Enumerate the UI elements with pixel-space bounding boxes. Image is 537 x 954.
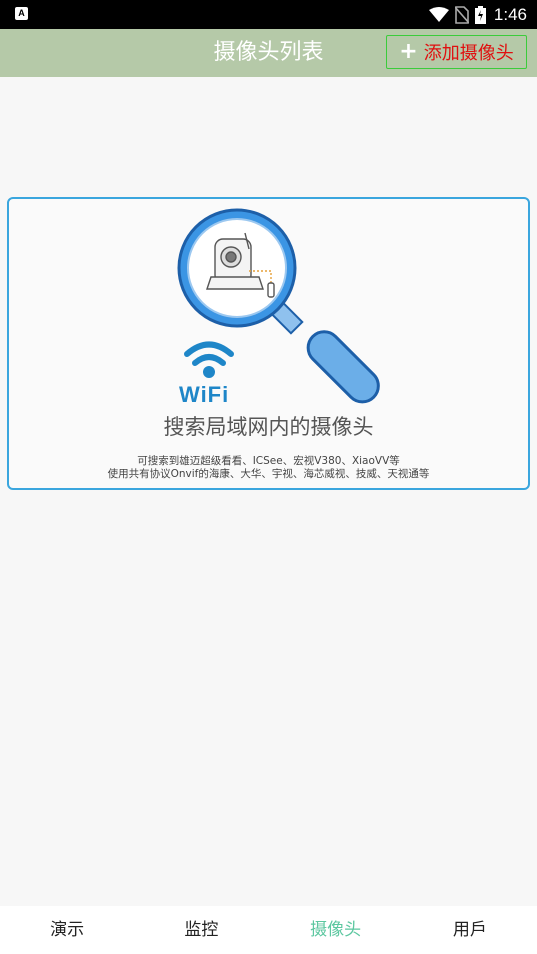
search-lan-camera-card[interactable]: WiFi 搜索局域网内的摄像头 可搜索到雄迈超级看看、ICSee、宏视V380、… [7, 197, 530, 490]
status-icons: 1:46 [428, 0, 527, 29]
tab-monitor[interactable]: 监控 [134, 906, 268, 954]
add-camera-button[interactable]: + 添加摄像头 [386, 35, 527, 69]
add-camera-label: 添加摄像头 [423, 43, 514, 64]
wifi-label: WiFi [179, 382, 230, 407]
tab-camera[interactable]: 摄像头 [269, 906, 403, 954]
wifi-signal-icon [428, 6, 449, 22]
card-title: 搜索局域网内的摄像头 [163, 415, 374, 439]
magnifier-camera-illustration [177, 208, 380, 404]
app-header: 摄像头列表 + 添加摄像头 [0, 29, 537, 77]
no-sim-icon [454, 5, 469, 24]
tab-user[interactable]: 用戶 [403, 906, 537, 954]
status-bar: A 1:46 [0, 0, 537, 29]
a-icon: A [15, 7, 28, 20]
status-time: 1:46 [493, 4, 527, 24]
magnifier-handle [306, 330, 380, 404]
battery-charging-icon [474, 5, 486, 24]
bottom-tab-bar: 演示 监控 摄像头 用戶 [0, 906, 537, 954]
wifi-icon [184, 341, 234, 366]
card-description-line2: 使用共有协议Onvif的海康、大华、宇视、海芯威视、技威、天视通等 [107, 468, 430, 480]
tab-demo[interactable]: 演示 [0, 906, 134, 954]
plus-icon: + [399, 39, 418, 64]
